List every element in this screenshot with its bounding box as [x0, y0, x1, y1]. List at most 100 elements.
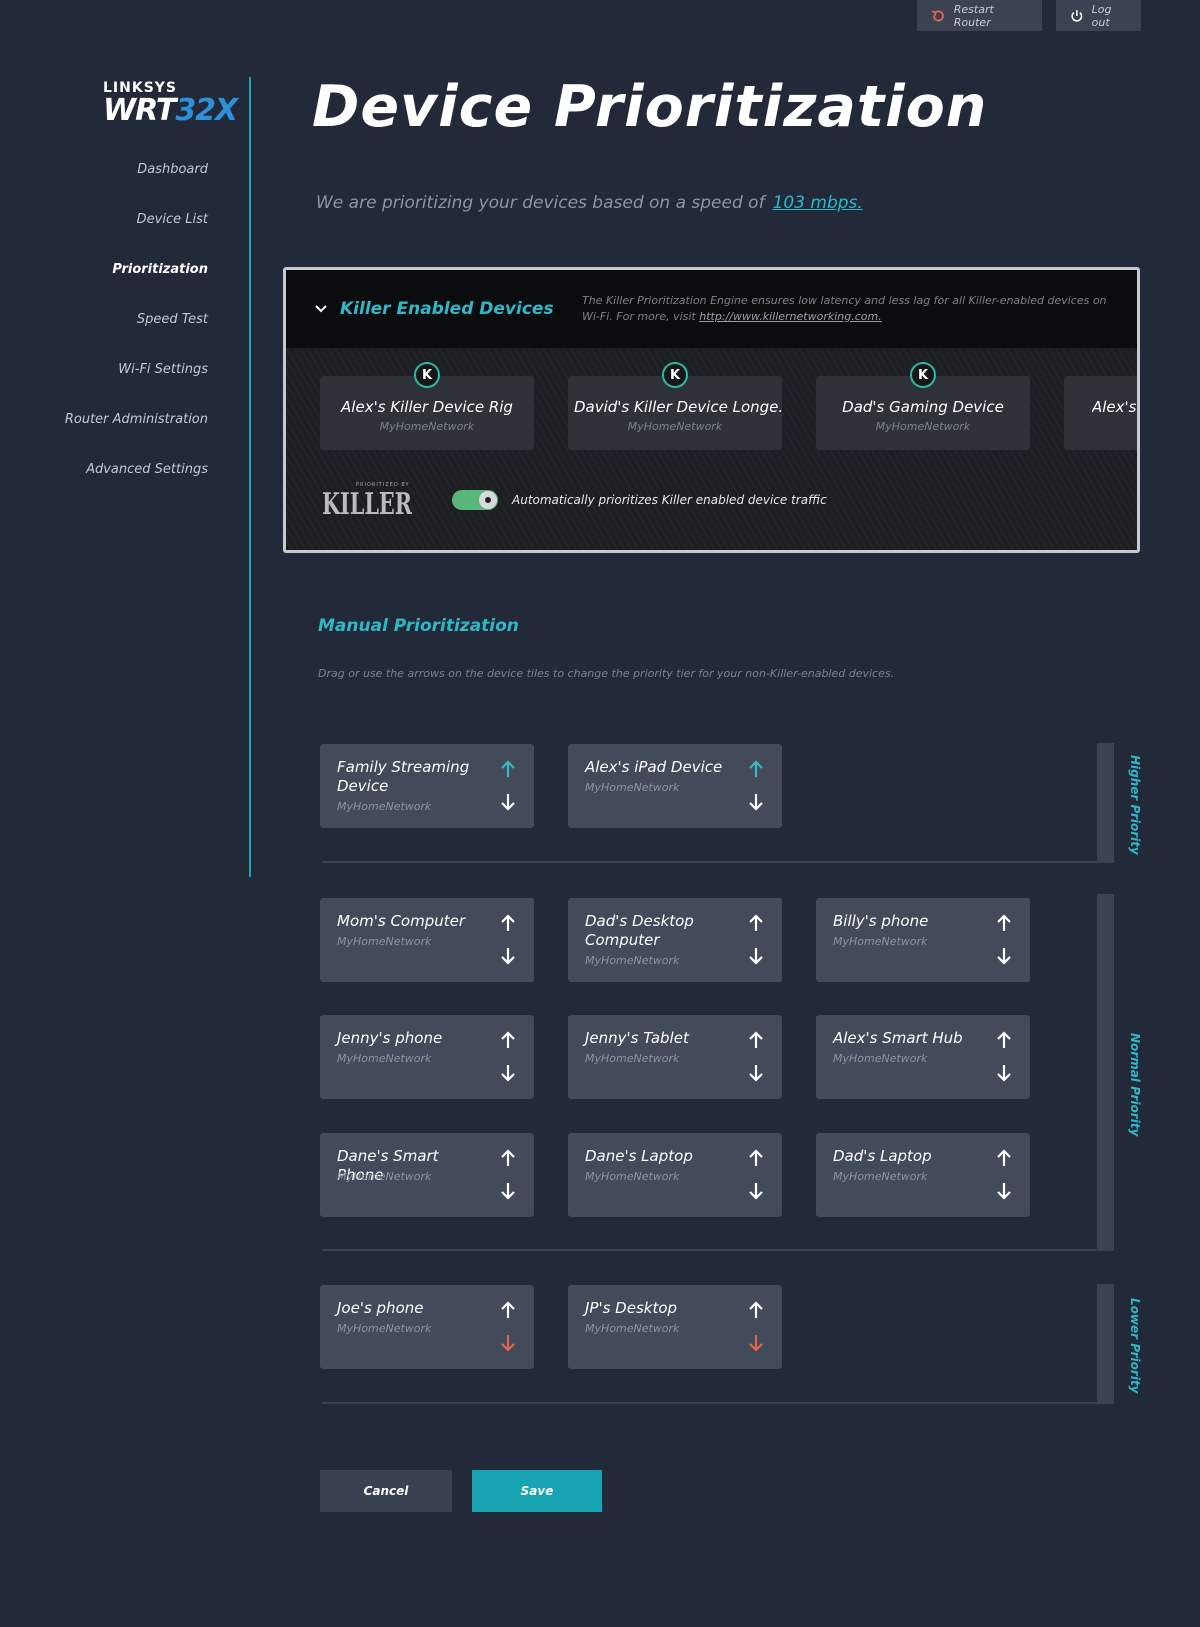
- arrow-down-icon[interactable]: [746, 1181, 766, 1201]
- device-name: Dad's Laptop: [833, 1147, 932, 1165]
- device-network: MyHomeNetwork: [833, 1170, 928, 1183]
- device-tile[interactable]: Jenny's phone MyHomeNetwork: [320, 1015, 534, 1099]
- power-icon: [1071, 9, 1083, 22]
- arrow-up-icon[interactable]: [746, 1030, 766, 1050]
- killer-logo-text: KILLER: [322, 487, 412, 522]
- sidebar-item-dashboard[interactable]: Dashboard: [65, 150, 208, 200]
- sidebar-item-speed-test[interactable]: Speed Test: [65, 300, 208, 350]
- tier-divider: [322, 861, 1102, 863]
- sidebar-item-wifi-settings[interactable]: Wi-Fi Settings: [65, 350, 208, 400]
- save-button[interactable]: Save: [472, 1470, 602, 1512]
- device-network: MyHomeNetwork: [585, 1322, 680, 1335]
- device-network: MyHomeNetwork: [337, 800, 432, 813]
- arrow-up-icon[interactable]: [746, 759, 766, 779]
- arrow-up-icon[interactable]: [994, 1148, 1014, 1168]
- lower-priority-label: Lower Priority: [1128, 1298, 1142, 1394]
- logout-label: Log out: [1091, 2, 1112, 29]
- device-network: MyHomeNetwork: [585, 1170, 680, 1183]
- device-network: MyHomeNetwork: [875, 420, 971, 433]
- arrow-down-icon[interactable]: [746, 1063, 766, 1083]
- device-network: MyHomeNetwork: [337, 1170, 432, 1183]
- device-tile[interactable]: Mom's Computer MyHomeNetwork: [320, 898, 534, 982]
- device-tile[interactable]: Dad's Laptop MyHomeNetwork: [816, 1133, 1030, 1217]
- device-tile[interactable]: Billy's phone MyHomeNetwork: [816, 898, 1030, 982]
- arrow-down-icon[interactable]: [994, 1063, 1014, 1083]
- arrow-up-icon[interactable]: [498, 913, 518, 933]
- restart-icon: [931, 9, 944, 22]
- chevron-down-icon[interactable]: [314, 302, 328, 316]
- device-network: MyHomeNetwork: [379, 420, 475, 433]
- killer-devices-panel: Killer Enabled Devices The Killer Priori…: [283, 267, 1140, 553]
- device-tile[interactable]: Alex's Smart Hub MyHomeNetwork: [816, 1015, 1030, 1099]
- arrow-down-icon[interactable]: [498, 1063, 518, 1083]
- arrow-down-icon[interactable]: [498, 1333, 518, 1353]
- killer-panel-header[interactable]: Killer Enabled Devices The Killer Priori…: [286, 270, 1137, 348]
- higher-priority-bar: [1097, 743, 1114, 863]
- arrow-up-icon[interactable]: [498, 1148, 518, 1168]
- arrow-down-icon[interactable]: [498, 946, 518, 966]
- device-tile[interactable]: Jenny's Tablet MyHomeNetwork: [568, 1015, 782, 1099]
- killer-device-tile[interactable]: K David's Killer Device Longe... MyHomeN…: [568, 362, 782, 450]
- killer-device-tile[interactable]: K Alex's Killer Device Rig MyHomeNetwork: [320, 362, 534, 450]
- device-network: MyHomeNetwork: [585, 1052, 680, 1065]
- logo-model-suffix: 32X: [175, 93, 238, 128]
- linksys-logo: LINKSYS WRT32X: [103, 80, 238, 128]
- device-tile[interactable]: Dad's Desktop Computer MyHomeNetwork: [568, 898, 782, 982]
- killer-badge-icon: K: [910, 362, 936, 388]
- killer-badge-icon: K: [414, 362, 440, 388]
- device-name: Jenny's phone: [337, 1029, 443, 1047]
- sidebar-item-router-administration[interactable]: Router Administration: [65, 400, 208, 450]
- device-tile[interactable]: Dane's Smart Phone MyHomeNetwork: [320, 1133, 534, 1217]
- arrow-up-icon[interactable]: [498, 1030, 518, 1050]
- arrow-down-icon[interactable]: [994, 1181, 1014, 1201]
- killer-panel-body: K Alex's Killer Device Rig MyHomeNetwork…: [286, 348, 1137, 550]
- killer-panel-title: Killer Enabled Devices: [340, 299, 554, 319]
- device-tile[interactable]: Family Streaming Device MyHomeNetwork: [320, 744, 534, 828]
- device-tile[interactable]: Joe's phone MyHomeNetwork: [320, 1285, 534, 1369]
- manual-prioritization-title: Manual Prioritization: [318, 616, 519, 636]
- tier-divider: [322, 1249, 1102, 1251]
- arrow-up-icon[interactable]: [746, 1300, 766, 1320]
- device-network: My: [1092, 420, 1137, 433]
- cancel-button[interactable]: Cancel: [320, 1470, 452, 1512]
- page-title: Device Prioritization: [312, 74, 988, 140]
- killer-device-tile[interactable]: Alex's My: [1064, 376, 1137, 450]
- device-tile[interactable]: Dane's Laptop MyHomeNetwork: [568, 1133, 782, 1217]
- device-name: Dad's Desktop Computer: [585, 912, 694, 949]
- device-name: Dad's Gaming Device: [842, 398, 1004, 416]
- arrow-up-icon[interactable]: [994, 1030, 1014, 1050]
- restart-router-button[interactable]: Restart Router: [917, 0, 1042, 31]
- arrow-down-icon[interactable]: [746, 792, 766, 812]
- device-network: MyHomeNetwork: [627, 420, 723, 433]
- arrow-down-icon[interactable]: [746, 1333, 766, 1353]
- sidebar-item-device-list[interactable]: Device List: [65, 200, 208, 250]
- device-tile[interactable]: JP's Desktop MyHomeNetwork: [568, 1285, 782, 1369]
- arrow-up-icon[interactable]: [746, 1148, 766, 1168]
- sidebar-item-advanced-settings[interactable]: Advanced Settings: [65, 450, 208, 500]
- speed-text: We are prioritizing your devices based o…: [316, 193, 765, 213]
- device-name: Dane's Laptop: [585, 1147, 693, 1165]
- sidebar-nav: Dashboard Device List Prioritization Spe…: [65, 150, 208, 500]
- logout-button[interactable]: Log out: [1056, 0, 1141, 31]
- speed-value-link[interactable]: 103 mbps.: [773, 193, 863, 213]
- normal-priority-bar: [1097, 894, 1114, 1251]
- arrow-down-icon[interactable]: [746, 946, 766, 966]
- arrow-down-icon[interactable]: [498, 792, 518, 812]
- device-name: Jenny's Tablet: [585, 1029, 689, 1047]
- auto-prioritize-toggle[interactable]: [452, 490, 498, 510]
- device-network: MyHomeNetwork: [833, 935, 928, 948]
- device-tile[interactable]: Alex's iPad Device MyHomeNetwork: [568, 744, 782, 828]
- device-network: MyHomeNetwork: [585, 954, 680, 967]
- arrow-up-icon[interactable]: [746, 913, 766, 933]
- device-name: David's Killer Device Longe...: [574, 398, 782, 416]
- arrow-up-icon[interactable]: [498, 1300, 518, 1320]
- killer-device-tile[interactable]: K Dad's Gaming Device MyHomeNetwork: [816, 362, 1030, 450]
- killer-link[interactable]: http://www.killernetworking.com.: [699, 310, 881, 323]
- arrow-down-icon[interactable]: [994, 946, 1014, 966]
- arrow-down-icon[interactable]: [498, 1181, 518, 1201]
- device-name: Alex's Killer Device Rig: [341, 398, 513, 416]
- arrow-up-icon[interactable]: [498, 759, 518, 779]
- arrow-up-icon[interactable]: [994, 913, 1014, 933]
- device-name: Alex's Smart Hub: [833, 1029, 963, 1047]
- sidebar-item-prioritization[interactable]: Prioritization: [65, 250, 208, 300]
